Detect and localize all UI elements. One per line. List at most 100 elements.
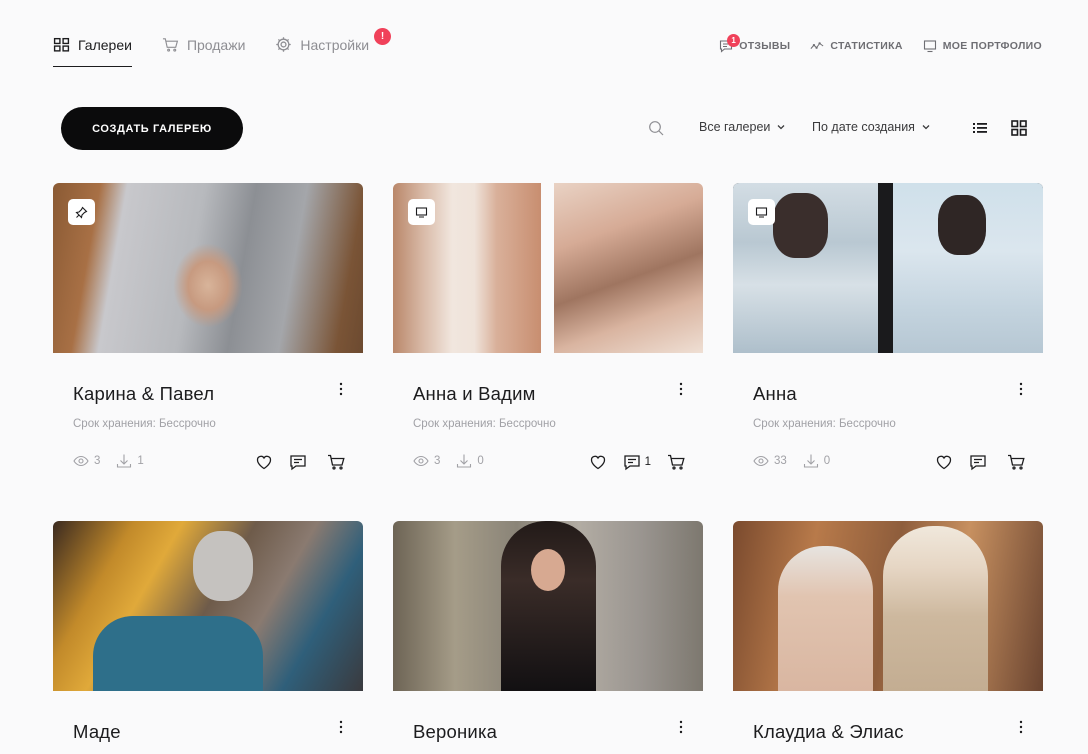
tab-galleries[interactable]: Галереи (53, 36, 132, 67)
chevron-down-icon (777, 125, 785, 130)
comments-button[interactable] (969, 453, 991, 471)
elderly-man-detail (883, 526, 988, 691)
favorites-button[interactable] (935, 453, 953, 471)
list-view-icon[interactable] (971, 119, 989, 137)
gallery-card[interactable]: Анна Срок хранения: Бессрочно 33 0 (733, 183, 1043, 471)
gallery-title[interactable]: Анна (753, 383, 797, 405)
create-gallery-button[interactable]: СОЗДАТЬ ГАЛЕРЕЮ (61, 107, 243, 150)
elderly-woman-detail (778, 546, 873, 691)
gallery-filter-dropdown[interactable]: Все галереи (699, 120, 786, 134)
comments-button[interactable]: 1 (623, 453, 651, 471)
chart-line-icon (810, 42, 824, 49)
more-vertical-icon[interactable] (337, 719, 345, 735)
storage-period: Срок хранения: Бессрочно (73, 418, 216, 430)
gallery-cover-image[interactable] (733, 183, 1043, 353)
gear-icon (276, 37, 292, 52)
gallery-stats: 3 0 (413, 453, 484, 469)
woman-portrait-photo-right (893, 183, 1043, 353)
gallery-title[interactable]: Анна и Вадим (413, 383, 536, 405)
gallery-cover-image[interactable] (393, 521, 703, 691)
gallery-card[interactable]: Карина & Павел Срок хранения: Бессрочно … (53, 183, 363, 471)
gallery-card[interactable]: Клаудиа & Элиас (733, 521, 1043, 742)
dropdown-value: Все галереи (699, 120, 771, 134)
gallery-actions: 1 (589, 453, 685, 471)
downloads-count: 0 (823, 455, 831, 467)
gallery-title[interactable]: Клаудиа & Элиас (753, 721, 904, 743)
favorites-button[interactable] (255, 453, 273, 471)
statistics-link[interactable]: СТАТИСТИКА (810, 39, 902, 53)
downloads-count: 0 (477, 455, 484, 467)
more-vertical-icon[interactable] (1017, 381, 1025, 397)
tab-label: Продажи (186, 36, 246, 53)
woman-black-dress-detail (501, 521, 596, 691)
heart-icon (256, 455, 272, 470)
more-vertical-icon[interactable] (677, 719, 685, 735)
more-vertical-icon[interactable] (337, 381, 345, 397)
sales-cart-button[interactable] (327, 453, 345, 471)
heart-icon (936, 455, 952, 470)
gallery-stats: 33 0 (753, 453, 830, 469)
gallery-card[interactable]: Маде (53, 521, 363, 742)
secondary-links: 1 ОТЗЫВЫ СТАТИСТИКА МОЕ ПОРТФОЛИО (719, 34, 1042, 53)
shoes-photo-detail (173, 243, 243, 328)
gallery-title[interactable]: Маде (73, 721, 121, 743)
alert-badge: ! (374, 28, 392, 45)
comment-icon (290, 455, 306, 471)
gallery-actions (935, 453, 1025, 471)
search-icon[interactable] (648, 120, 664, 136)
gallery-cover-image[interactable] (733, 521, 1043, 691)
eye-icon (413, 455, 429, 467)
portfolio-badge[interactable] (408, 199, 435, 225)
views-count: 3 (434, 455, 441, 467)
storage-period: Срок хранения: Бессрочно (753, 418, 896, 430)
cart-icon (1008, 454, 1025, 470)
download-icon (457, 454, 472, 468)
reviews-link[interactable]: 1 ОТЗЫВЫ (719, 34, 790, 53)
portfolio-badge[interactable] (748, 199, 775, 225)
grid-icon (53, 37, 70, 52)
gallery-title[interactable]: Вероника (413, 721, 497, 743)
tab-settings[interactable]: Настройки ! (275, 28, 392, 67)
gallery-actions (255, 453, 345, 471)
favorites-button[interactable] (589, 453, 607, 471)
grid-view-icon[interactable] (1010, 119, 1028, 137)
hair-detail (938, 195, 986, 255)
hair-detail (773, 193, 828, 258)
chevron-down-icon (922, 125, 930, 130)
tab-label: Галереи (78, 36, 132, 53)
gallery-card[interactable]: Вероника (393, 521, 703, 742)
more-vertical-icon[interactable] (677, 381, 685, 397)
sales-cart-button[interactable] (667, 453, 685, 471)
gallery-cover-image[interactable] (53, 521, 363, 691)
gallery-title[interactable]: Карина & Павел (73, 383, 214, 405)
views-count: 33 (774, 455, 787, 467)
downloads-stat: 1 (116, 453, 144, 469)
pin-badge[interactable] (68, 199, 95, 225)
downloads-count: 1 (137, 455, 144, 467)
downloads-stat: 0 (803, 453, 830, 469)
tab-sales[interactable]: Продажи (162, 36, 245, 67)
main-tabs: Галереи Продажи Настройки ! (53, 28, 392, 67)
link-label: МОЕ ПОРТФОЛИО (942, 40, 1042, 52)
more-vertical-icon[interactable] (1017, 719, 1025, 735)
gallery-stats: 3 1 (73, 453, 144, 469)
download-icon (803, 454, 818, 468)
gallery-card[interactable]: Анна и Вадим Срок хранения: Бессрочно 3 … (393, 183, 703, 471)
downloads-stat: 0 (456, 453, 484, 469)
eye-icon (73, 455, 89, 467)
gallery-cover-image[interactable] (393, 183, 703, 353)
eye-icon (753, 455, 769, 467)
sales-cart-button[interactable] (1007, 453, 1025, 471)
cart-icon (328, 454, 345, 470)
views-stat: 33 (753, 453, 787, 469)
portfolio-link[interactable]: МОЕ ПОРТФОЛИО (923, 39, 1042, 53)
comments-button[interactable] (289, 453, 311, 471)
monitor-icon (755, 206, 768, 218)
gallery-cover-image[interactable] (53, 183, 363, 353)
grandma-hair-detail (193, 531, 253, 601)
storage-period: Срок хранения: Бессрочно (413, 418, 556, 430)
cart-icon (668, 454, 685, 470)
monitor-icon (415, 206, 428, 218)
tab-label: Настройки (300, 36, 370, 53)
sort-dropdown[interactable]: По дате создания (812, 120, 931, 134)
